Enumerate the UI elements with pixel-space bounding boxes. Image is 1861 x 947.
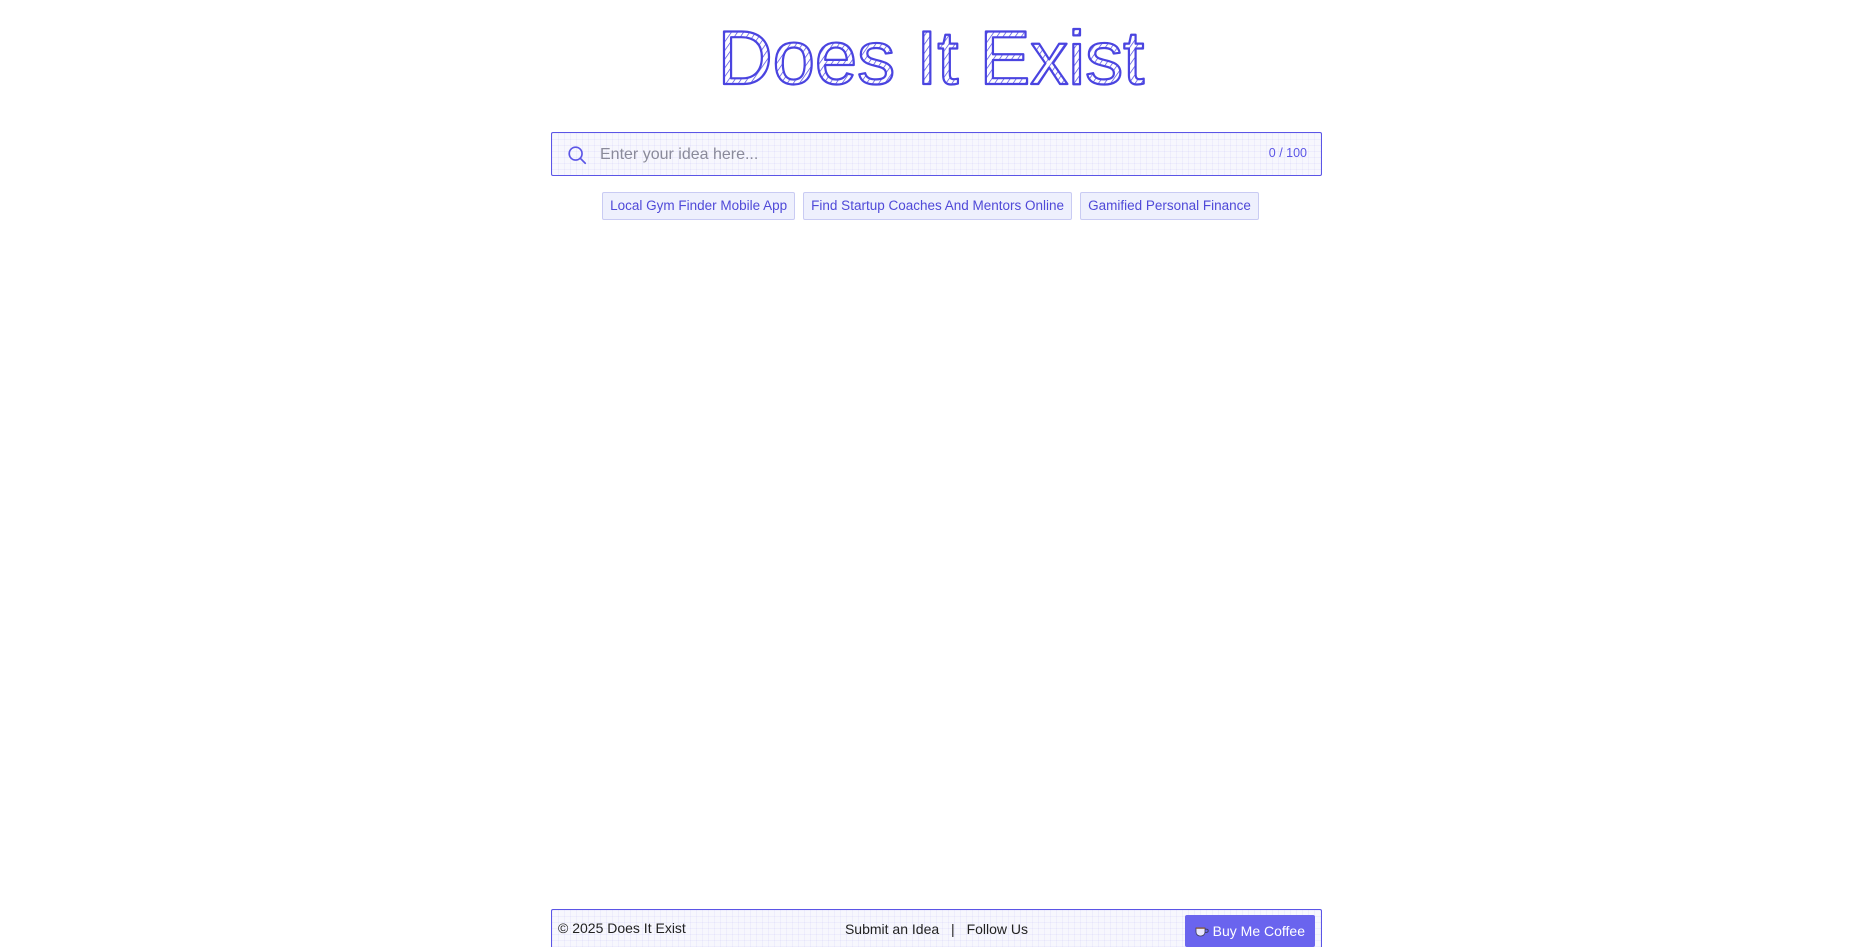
- search-box[interactable]: 0 / 100: [551, 132, 1322, 176]
- submit-idea-link[interactable]: Submit an Idea: [845, 921, 939, 937]
- idea-search-input[interactable]: [598, 141, 1242, 169]
- footer-separator: |: [951, 921, 955, 937]
- follow-us-link[interactable]: Follow Us: [967, 921, 1028, 937]
- copyright-text: © 2025 Does It Exist: [558, 920, 686, 936]
- suggestion-chip[interactable]: Local Gym Finder Mobile App: [602, 192, 796, 220]
- coffee-cup-icon: [1195, 927, 1209, 937]
- character-counter: 0 / 100: [1268, 146, 1307, 160]
- footer: © 2025 Does It Exist Submit an Idea | Fo…: [551, 909, 1322, 947]
- buy-me-coffee-button[interactable]: Buy Me Coffee: [1184, 915, 1315, 947]
- buy-me-coffee-label: Buy Me Coffee: [1212, 923, 1305, 939]
- suggestion-chips: Local Gym Finder Mobile App Find Startup…: [0, 192, 1861, 220]
- suggestion-chip[interactable]: Gamified Personal Finance: [1080, 192, 1259, 220]
- page: Does It Exist 0 / 100 Local Gym Finder M…: [0, 0, 1861, 947]
- site-title-text: Does It Exist: [717, 16, 1144, 98]
- suggestion-chip[interactable]: Find Startup Coaches And Mentors Online: [803, 192, 1073, 220]
- site-title[interactable]: Does It Exist: [0, 14, 1861, 103]
- search-icon: [568, 146, 587, 165]
- site-title-logo: Does It Exist: [716, 15, 1145, 98]
